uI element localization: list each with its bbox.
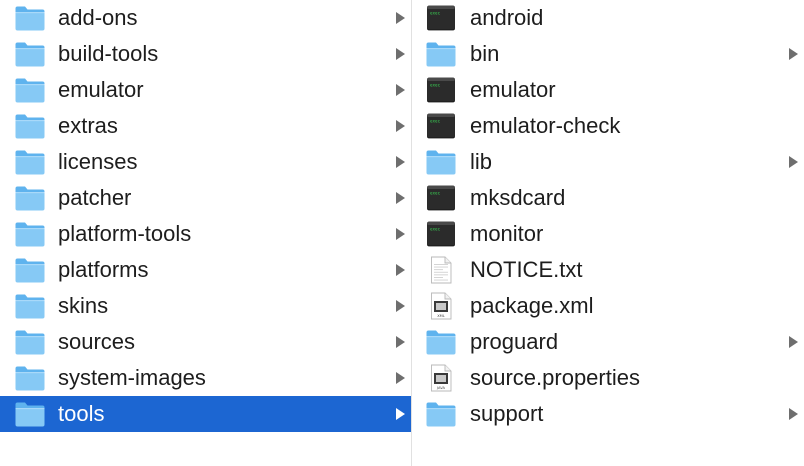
folder-icon (14, 76, 46, 104)
file-item-notice-txt[interactable]: NOTICE.txt (412, 252, 804, 288)
item-label: mksdcard (470, 185, 566, 210)
item-label: extras (58, 113, 118, 138)
disclosure-chevron-icon (396, 48, 405, 60)
item-label: licenses (58, 149, 138, 174)
file-item-mksdcard[interactable]: exec mksdcard (412, 180, 804, 216)
file-item-android[interactable]: exec android (412, 0, 804, 36)
disclosure-chevron-icon (396, 336, 405, 348)
parent-item-build-tools[interactable]: build-tools (0, 36, 411, 72)
svg-text:exec: exec (430, 119, 441, 124)
file-item-emulator[interactable]: exec emulator (412, 72, 804, 108)
disclosure-chevron-icon (396, 408, 405, 420)
parent-item-system-images[interactable]: system-images (0, 360, 411, 396)
folder-icon (425, 400, 457, 428)
folder-icon (14, 112, 46, 140)
parent-item-add-ons[interactable]: add-ons (0, 0, 411, 36)
item-label: emulator (470, 77, 556, 102)
parent-item-skins[interactable]: skins (0, 288, 411, 324)
folder-icon (14, 256, 46, 284)
disclosure-chevron-icon (789, 156, 798, 168)
folder-icon (425, 40, 457, 68)
folder-icon (14, 364, 46, 392)
parent-column[interactable]: add-ons build-tools emulator extras licenses… (0, 0, 411, 466)
item-label: monitor (470, 221, 544, 246)
item-label: platforms (58, 257, 149, 282)
item-label: android (470, 5, 544, 30)
terminal-icon: exec (425, 4, 457, 32)
parent-item-sources[interactable]: sources (0, 324, 411, 360)
folder-icon (14, 40, 46, 68)
folder-icon (425, 148, 457, 176)
terminal-icon: exec (425, 184, 457, 212)
xml-document-icon: XML (425, 292, 457, 320)
terminal-icon: exec (425, 76, 457, 104)
item-label: lib (470, 149, 493, 174)
disclosure-chevron-icon (396, 120, 405, 132)
item-label: skins (58, 293, 109, 318)
terminal-icon: exec (425, 112, 457, 140)
folder-icon (14, 4, 46, 32)
parent-item-platforms[interactable]: platforms (0, 252, 411, 288)
disclosure-chevron-icon (396, 300, 405, 312)
disclosure-chevron-icon (396, 12, 405, 24)
item-label: package.xml (470, 293, 594, 318)
disclosure-chevron-icon (396, 228, 405, 240)
svg-text:exec: exec (430, 11, 441, 16)
svg-text:exec: exec (430, 83, 441, 88)
parent-item-licenses[interactable]: licenses (0, 144, 411, 180)
item-label: bin (470, 41, 500, 66)
svg-text:XML: XML (437, 314, 445, 318)
item-label: platform-tools (58, 221, 192, 246)
parent-item-extras[interactable]: extras (0, 108, 411, 144)
svg-text:exec: exec (430, 227, 441, 232)
svg-text:exec: exec (430, 191, 441, 196)
item-label: build-tools (58, 41, 159, 66)
parent-item-emulator[interactable]: emulator (0, 72, 411, 108)
item-label: patcher (58, 185, 132, 210)
folder-icon (14, 184, 46, 212)
disclosure-chevron-icon (789, 336, 798, 348)
svg-text:JAVA: JAVA (436, 386, 445, 390)
disclosure-chevron-icon (396, 264, 405, 276)
disclosure-chevron-icon (789, 408, 798, 420)
java-document-icon: JAVA (425, 364, 457, 392)
item-label: emulator-check (470, 113, 621, 138)
file-item-emulator-check[interactable]: exec emulator-check (412, 108, 804, 144)
file-item-monitor[interactable]: exec monitor (412, 216, 804, 252)
disclosure-chevron-icon (789, 48, 798, 60)
item-label: tools (58, 401, 105, 426)
file-item-lib[interactable]: lib (412, 144, 804, 180)
folder-icon (14, 220, 46, 248)
disclosure-chevron-icon (396, 84, 405, 96)
item-label: support (470, 401, 544, 426)
folder-icon (14, 400, 46, 428)
item-label: sources (58, 329, 136, 354)
item-label: emulator (58, 77, 144, 102)
parent-item-patcher[interactable]: patcher (0, 180, 411, 216)
parent-item-tools[interactable]: tools (0, 396, 411, 432)
file-item-proguard[interactable]: proguard (412, 324, 804, 360)
item-label: proguard (470, 329, 559, 354)
folder-icon (425, 328, 457, 356)
file-item-package-xml[interactable]: XML package.xml (412, 288, 804, 324)
file-item-support[interactable]: support (412, 396, 804, 432)
contents-column[interactable]: exec android bin exec emulator exec emulator-c… (412, 0, 804, 466)
parent-item-platform-tools[interactable]: platform-tools (0, 216, 411, 252)
text-document-icon (425, 256, 457, 284)
file-item-source-properties[interactable]: JAVA source.properties (412, 360, 804, 396)
folder-icon (14, 292, 46, 320)
item-label: add-ons (58, 5, 138, 30)
folder-icon (14, 148, 46, 176)
item-label: NOTICE.txt (470, 257, 583, 282)
disclosure-chevron-icon (396, 192, 405, 204)
file-item-bin[interactable]: bin (412, 36, 804, 72)
item-label: system-images (58, 365, 206, 390)
disclosure-chevron-icon (396, 372, 405, 384)
folder-icon (14, 328, 46, 356)
disclosure-chevron-icon (396, 156, 405, 168)
terminal-icon: exec (425, 220, 457, 248)
item-label: source.properties (470, 365, 640, 390)
